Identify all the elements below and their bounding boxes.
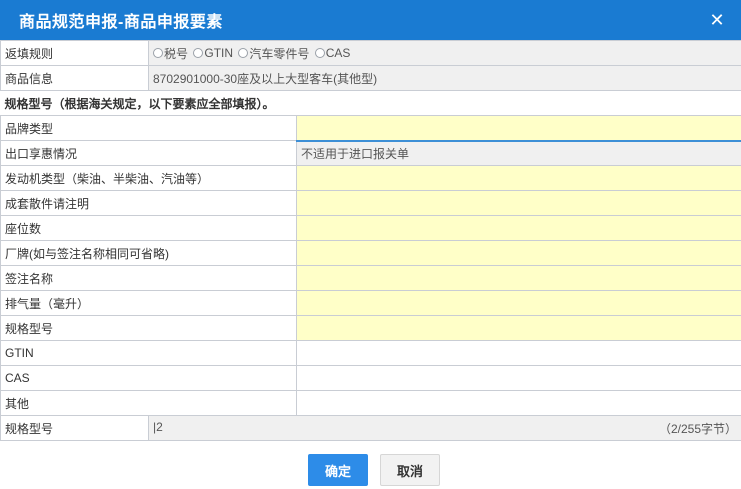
field-row-manufacturer-brand: 厂牌(如与签注名称相同可省略) [0,240,741,266]
radio-label: 税号 [164,46,189,61]
ok-button[interactable]: 确定 [308,454,368,486]
radio-circle-icon [238,48,249,58]
manufacturer-brand-input[interactable] [295,240,741,266]
endorsement-name-input[interactable] [295,265,741,291]
radio-label: CAS [325,46,351,60]
field-label: 成套散件请注明 [0,190,297,216]
radio-auto-part-number[interactable]: 汽车零件号 [238,45,309,62]
field-row-endorsement-name: 签注名称 [0,265,741,291]
field-label: 出口享惠情况 [0,140,297,166]
field-row-gtin: GTIN [0,340,741,366]
model-summary-label: 规格型号 [0,415,149,441]
radio-circle-icon [193,48,204,58]
export-preference-value: 不适用于进口报关单 [295,140,741,166]
dialog-titlebar: 商品规范申报-商品申报要素 ✕ [0,0,741,40]
declaration-form: 返填规则 税号 GTIN 汽车零件号 CAS 商品信息 8702901000-3… [0,40,741,441]
radio-gtin[interactable]: GTIN [193,46,233,60]
spec-header: 规格型号（根据海关规定，以下要素应全部填报）。 [0,90,741,116]
radio-tax-number[interactable]: 税号 [153,45,188,62]
field-label: GTIN [0,340,297,366]
fill-rule-label: 返填规则 [0,40,149,66]
field-label: 排气量（毫升） [0,290,297,316]
model-summary-row: 规格型号 |2 （2/255字节） [0,415,741,441]
field-label: 座位数 [0,215,297,241]
radio-circle-icon [153,48,163,58]
gtin-input[interactable] [295,340,741,366]
field-row-displacement: 排气量（毫升） [0,290,741,316]
cancel-button[interactable]: 取消 [380,454,440,486]
model-summary-field[interactable]: |2 （2/255字节） [147,415,741,441]
field-label: CAS [0,365,297,391]
field-row-seats: 座位数 [0,215,741,241]
spec-header-row: 规格型号（根据海关规定，以下要素应全部填报）。 [0,90,741,116]
field-row-other: 其他 [0,390,741,416]
goods-info-value: 8702901000-30座及以上大型客车(其他型) [147,65,741,91]
field-label: 发动机类型（柴油、半柴油、汽油等） [0,165,297,191]
dialog-title: 商品规范申报-商品申报要素 [19,14,223,31]
fill-rule-row: 返填规则 税号 GTIN 汽车零件号 CAS [0,40,741,66]
dialog-footer: 确定 取消 [0,441,741,489]
field-row-cas: CAS [0,365,741,391]
displacement-input[interactable] [295,290,741,316]
fill-rule-options: 税号 GTIN 汽车零件号 CAS [147,40,741,66]
brand-type-input[interactable] [295,115,741,142]
model-input[interactable] [295,315,741,341]
radio-circle-icon [314,48,325,58]
other-input[interactable] [295,390,741,416]
field-label: 品牌类型 [0,115,297,141]
field-row-export-preference: 出口享惠情况 不适用于进口报关单 [0,140,741,166]
field-label: 其他 [0,390,297,416]
goods-info-label: 商品信息 [0,65,149,91]
cas-input[interactable] [295,365,741,391]
seats-input[interactable] [295,215,741,241]
field-row-ckd-note: 成套散件请注明 [0,190,741,216]
field-label: 签注名称 [0,265,297,291]
goods-info-row: 商品信息 8702901000-30座及以上大型客车(其他型) [0,65,741,91]
radio-label: GTIN [204,46,234,60]
model-summary-value: |2 [153,419,163,434]
field-label: 厂牌(如与签注名称相同可省略) [0,240,297,266]
field-row-brand-type: 品牌类型 [0,115,741,142]
byte-count-hint: （2/255字节） [658,421,738,436]
field-row-engine-type: 发动机类型（柴油、半柴油、汽油等） [0,165,741,191]
form-content: 返填规则 税号 GTIN 汽车零件号 CAS 商品信息 8702901000-3… [0,40,741,441]
field-row-model: 规格型号 [0,315,741,341]
engine-type-input[interactable] [295,165,741,191]
field-label: 规格型号 [0,315,297,341]
radio-label: 汽车零件号 [249,46,310,61]
radio-cas[interactable]: CAS [314,46,351,60]
ckd-note-input[interactable] [295,190,741,216]
close-icon[interactable]: ✕ [707,10,727,30]
